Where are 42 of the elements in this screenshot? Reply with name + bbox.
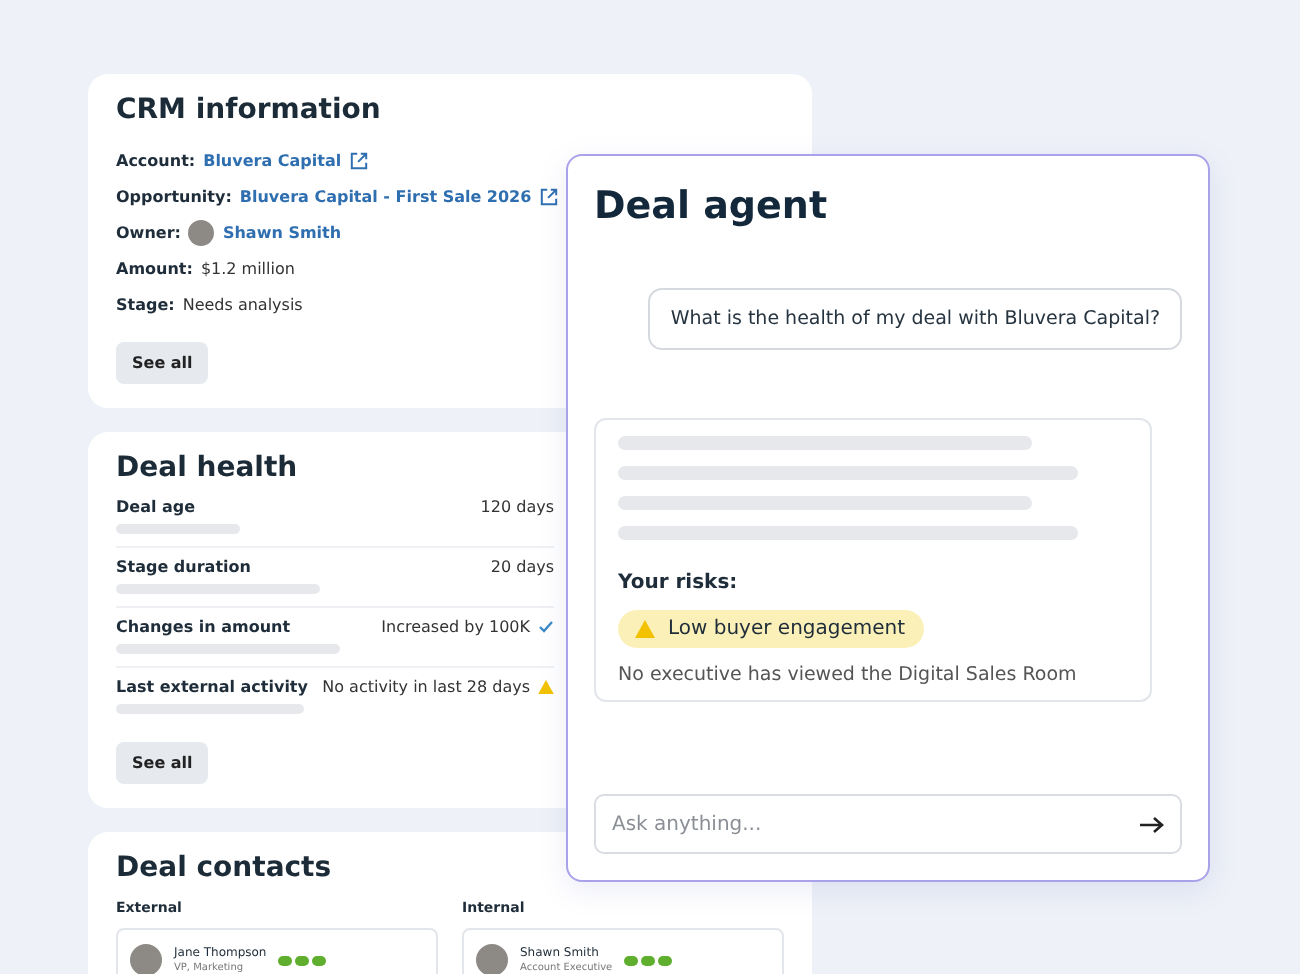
metric-value: 20 days (490, 558, 554, 576)
field-label: Account: (116, 151, 196, 169)
field-value: Needs analysis (182, 295, 303, 313)
user-message: What is the health of my deal with Bluvera Capital? (648, 288, 1182, 350)
external-link-icon[interactable] (349, 151, 368, 169)
owner-link[interactable]: Shawn Smith (222, 223, 342, 241)
card-title: Deal contacts (116, 852, 334, 884)
field-link[interactable]: Bluvera Capital - First Sale 2026 (239, 187, 532, 205)
field-link[interactable]: Bluvera Capital (203, 151, 342, 169)
metric-value: Increased by 100K (381, 618, 530, 636)
risk-detail: No executive has viewed the Digital Sales Room (618, 664, 1079, 686)
risk-label: Low buyer engagement (668, 618, 906, 640)
card-title: Deal health (116, 452, 300, 484)
external-link-icon[interactable] (539, 187, 558, 205)
field-label: Owner: (116, 223, 181, 241)
card-title: CRM information (116, 94, 383, 126)
panel-title: Deal agent (594, 184, 830, 228)
check-icon (538, 620, 554, 634)
see-all-button[interactable]: See all (116, 742, 209, 784)
metric-label: Changes in amount (116, 618, 291, 636)
avatar (130, 944, 162, 974)
field-label: Amount: (116, 259, 193, 277)
warning-icon (538, 679, 554, 695)
risks-heading: Your risks: (618, 572, 740, 594)
metric-value: No activity in last 28 days (322, 678, 530, 696)
ask-field[interactable]: Ask anything... (594, 794, 1182, 854)
strength-indicator-icon (278, 955, 327, 965)
field-label: Stage: (116, 295, 175, 313)
avatar (476, 944, 508, 974)
avatar (188, 219, 215, 245)
metric-value: 120 days (480, 498, 554, 516)
skeleton-bar (116, 524, 240, 534)
warning-icon (634, 619, 656, 639)
send-arrow-icon[interactable] (1140, 815, 1164, 833)
see-all-button[interactable]: See all (116, 342, 209, 384)
metric-label: Last external activity (116, 678, 308, 696)
metric-label: Stage duration (116, 558, 251, 576)
strength-indicator-icon (624, 955, 673, 965)
ask-input[interactable]: Ask anything... (612, 796, 1140, 852)
field-value: $1.2 million (200, 259, 295, 277)
field-label: Opportunity: (116, 187, 232, 205)
metric-label: Deal age (116, 498, 196, 516)
